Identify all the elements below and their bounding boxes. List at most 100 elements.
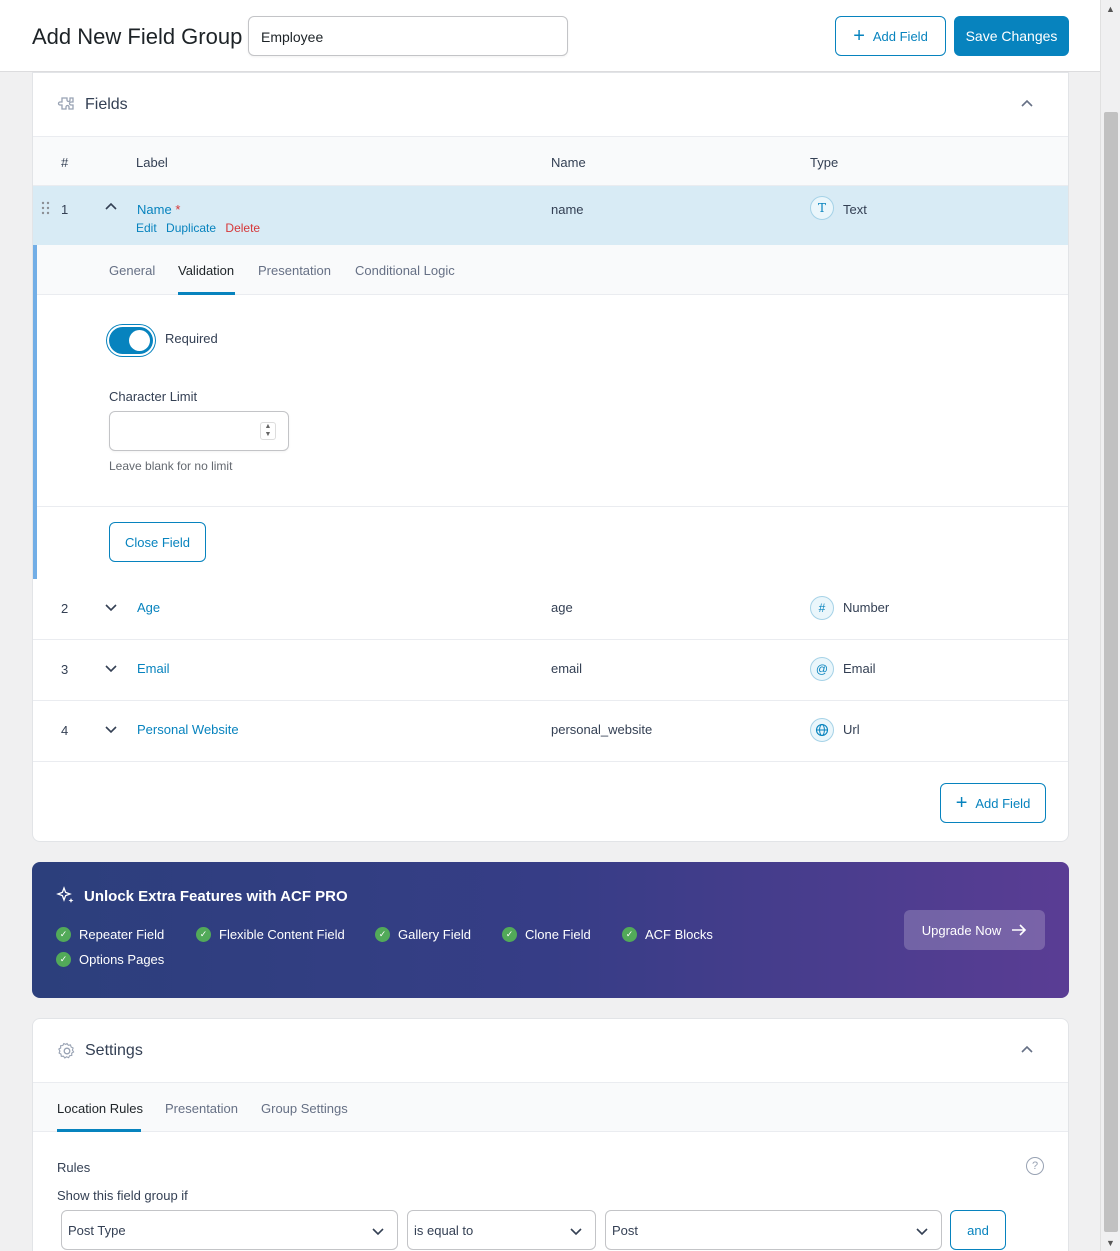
scroll-up-icon[interactable]: ▲ [1106,4,1115,14]
and-label: and [967,1222,989,1238]
duplicate-link[interactable]: Duplicate [166,221,216,235]
field-settings-tabs: General Validation Presentation Conditio… [37,245,1068,295]
tab-general[interactable]: General [109,263,155,278]
check-icon: ✓ [56,952,71,967]
add-field-label: Add Field [975,795,1031,811]
help-icon[interactable]: ? [1026,1157,1044,1175]
row-actions: Edit Duplicate Delete [136,221,266,235]
required-toggle[interactable] [109,327,153,354]
save-changes-button[interactable]: Save Changes [954,16,1069,56]
close-field-label: Close Field [124,534,191,550]
upgrade-now-button[interactable]: Upgrade Now [904,910,1045,950]
promo-feature: ✓ ACF Blocks [622,927,713,942]
feature-label: Flexible Content Field [219,927,345,942]
promo-feature: ✓ Repeater Field [56,927,164,942]
add-field-label: Add Field [872,28,928,44]
col-label: Label [136,155,168,170]
number-icon: # [810,596,834,620]
tab-conditional-logic[interactable]: Conditional Logic [355,263,455,278]
rule-value-select[interactable]: Post [605,1210,942,1250]
field-num: 1 [61,202,69,217]
active-tab-indicator [57,1129,141,1132]
email-icon: @ [810,657,834,681]
feature-label: Clone Field [525,927,591,942]
drag-handle-icon[interactable] [41,201,51,215]
scroll-down-icon[interactable]: ▼ [1106,1238,1115,1248]
plus-icon: + [955,792,968,814]
field-row-name[interactable]: 1 Name * Edit Duplicate Delete name T Te… [33,186,1068,246]
field-label-link[interactable]: Email [137,661,170,676]
feature-label: Options Pages [79,952,165,967]
field-num: 2 [61,601,69,616]
field-name: personal_website [551,722,653,737]
settings-tabs: Location Rules Presentation Group Settin… [33,1083,1068,1132]
add-field-button-top[interactable]: + Add Field [835,16,946,56]
rule-param-select[interactable]: Post Type [61,1210,398,1250]
promo-feature: ✓ Options Pages [56,952,164,967]
character-limit-label: Character Limit [109,389,198,404]
fields-panel: Fields # Label Name Type 1 Name * Edit D… [32,72,1069,842]
field-label-link[interactable]: Personal Website [137,722,239,737]
promo-title: Unlock Extra Features with ACF PRO [84,888,348,905]
feature-label: Repeater Field [79,927,165,942]
settings-panel-header[interactable]: Settings [33,1019,1068,1083]
rules-label: Rules [57,1160,91,1175]
show-if-label: Show this field group if [57,1188,188,1203]
tab-presentation[interactable]: Presentation [165,1101,238,1116]
field-name: name [551,202,584,217]
scroll-thumb[interactable] [1104,112,1118,1232]
field-num: 3 [61,662,69,677]
chevron-up-icon[interactable] [104,200,118,214]
check-icon: ✓ [375,927,390,942]
top-bar: Add New Field Group Employee + Add Field… [0,0,1100,72]
character-limit-input[interactable]: ▲ ▼ [109,411,289,451]
rule-operator-value: is equal to [414,1223,474,1238]
col-num: # [61,155,69,170]
field-num: 4 [61,723,69,738]
and-button[interactable]: and [950,1210,1006,1250]
rule-operator-select[interactable]: is equal to [407,1210,596,1250]
check-icon: ✓ [502,927,517,942]
settings-panel-title: Settings [85,1042,143,1059]
chevron-down-icon[interactable] [104,722,118,736]
promo-feature: ✓ Gallery Field [375,927,471,942]
tab-validation[interactable]: Validation [178,263,234,278]
globe-icon [810,718,834,742]
scrollbar[interactable]: ▲ ▼ [1100,0,1120,1251]
chevron-up-icon[interactable] [1020,1043,1034,1057]
field-settings: General Validation Presentation Conditio… [33,245,1068,579]
field-label-link[interactable]: Name * [137,202,180,217]
settings-panel: Settings Location Rules Presentation Gro… [32,1018,1069,1251]
field-type: Email [843,661,876,676]
text-icon: T [810,196,834,220]
acf-pro-promo: Unlock Extra Features with ACF PRO ✓ Repe… [32,862,1069,998]
field-row-age[interactable]: 2 Age age # Number [33,579,1068,640]
col-type: Type [810,155,839,170]
field-type: Number [843,600,890,615]
gear-icon [58,1042,75,1059]
edit-link[interactable]: Edit [136,221,157,235]
field-row-personal-website[interactable]: 4 Personal Website personal_website Url [33,701,1068,762]
close-field-row: Close Field [37,506,1068,579]
check-icon: ✓ [56,927,71,942]
tab-group-settings[interactable]: Group Settings [261,1101,348,1116]
field-row-email[interactable]: 3 Email email @ Email [33,640,1068,701]
field-label-link[interactable]: Age [137,600,160,615]
plus-icon: + [853,25,865,47]
close-field-button[interactable]: Close Field [109,522,206,562]
active-tab-indicator [178,292,235,295]
sparkle-icon [56,886,74,903]
chevron-up-icon[interactable] [1020,97,1034,111]
tab-presentation[interactable]: Presentation [258,263,331,278]
field-group-title-input[interactable]: Employee [248,16,568,56]
tab-location-rules[interactable]: Location Rules [57,1101,143,1116]
chevron-down-icon[interactable] [104,600,118,614]
delete-link[interactable]: Delete [225,221,260,235]
chevron-down-icon[interactable] [104,661,118,675]
number-spinner-icon[interactable]: ▲ ▼ [260,422,276,440]
fields-panel-header[interactable]: Fields [33,73,1068,137]
character-limit-hint: Leave blank for no limit [109,459,233,473]
add-field-button-bottom[interactable]: + Add Field [940,783,1046,823]
chevron-down-icon [570,1228,582,1236]
required-mark: * [175,202,181,217]
